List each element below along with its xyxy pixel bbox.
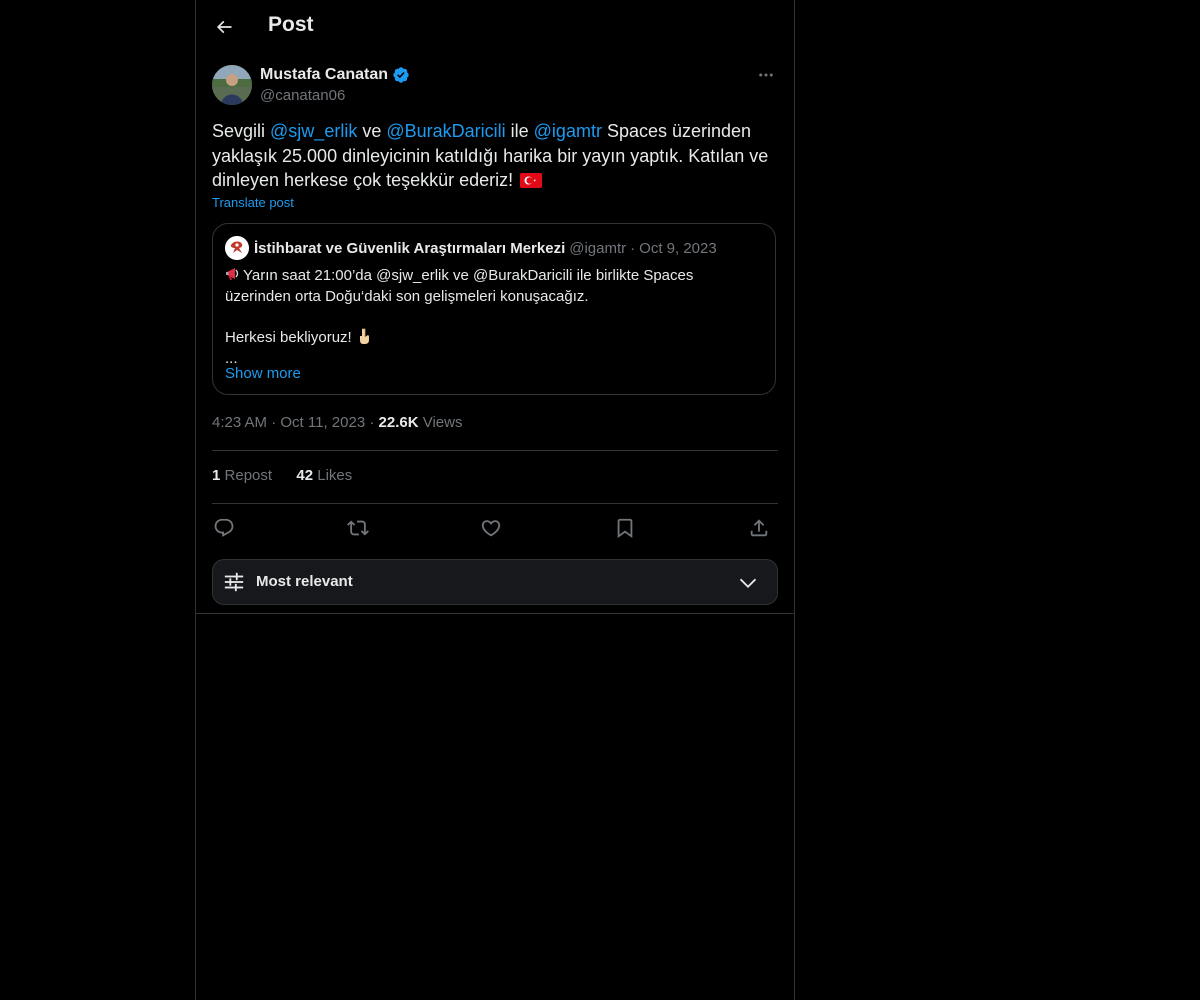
more-options-button[interactable] bbox=[754, 65, 778, 85]
post-text-segment: ile bbox=[505, 121, 534, 141]
page-header: Post bbox=[196, 0, 794, 53]
page-title: Post bbox=[268, 13, 314, 36]
post-text: Sevgili @sjw_erlik ve @BurakDaricili ile… bbox=[212, 119, 778, 193]
reply-button[interactable] bbox=[212, 516, 236, 540]
section-divider bbox=[196, 613, 794, 614]
turkey-flag-icon bbox=[520, 173, 543, 188]
quote-text: Herkesi bekliyoruz! bbox=[225, 329, 356, 346]
quote-author-handle: @igamtr bbox=[569, 239, 627, 257]
share-button[interactable] bbox=[747, 516, 771, 540]
bookmark-button[interactable] bbox=[613, 516, 637, 540]
separator-dot: · bbox=[369, 414, 375, 431]
likes-label: Likes bbox=[317, 467, 353, 484]
main-column: Post Mustafa Canatan @canatan06 Sevgili … bbox=[195, 0, 795, 1000]
quote-header: İstihbarat ve Güvenlik Araştırmaları Mer… bbox=[225, 236, 717, 260]
reply-sort-dropdown[interactable]: Most relevant bbox=[212, 559, 778, 605]
translate-post-link[interactable]: Translate post bbox=[212, 195, 294, 210]
post-date[interactable]: Oct 11, 2023 bbox=[280, 414, 365, 431]
pointing-down-icon bbox=[359, 328, 369, 344]
author-handle[interactable]: @canatan06 bbox=[260, 87, 345, 104]
divider bbox=[212, 503, 778, 504]
likes-stat[interactable]: 42 Likes bbox=[296, 467, 352, 484]
mention-link[interactable]: @sjw_erlik bbox=[270, 121, 357, 141]
more-dots-icon bbox=[759, 73, 773, 77]
author-name-text[interactable]: Mustafa Canatan bbox=[260, 66, 388, 84]
reposts-count: 1 bbox=[212, 467, 221, 484]
sort-label: Most relevant bbox=[256, 573, 353, 590]
show-more-link[interactable]: Show more bbox=[225, 365, 301, 382]
post-author: Mustafa Canatan @canatan06 bbox=[212, 65, 778, 107]
views-count: 22.6K bbox=[378, 414, 419, 431]
quote-blank-line bbox=[225, 307, 765, 327]
divider bbox=[212, 450, 778, 451]
megaphone-icon bbox=[226, 268, 239, 280]
verified-badge-icon bbox=[393, 67, 409, 83]
views-label: Views bbox=[422, 414, 463, 431]
share-icon bbox=[750, 519, 768, 537]
back-button[interactable] bbox=[210, 13, 238, 41]
repost-button[interactable] bbox=[346, 516, 370, 540]
quote-avatar bbox=[225, 236, 249, 260]
repost-icon bbox=[347, 520, 369, 536]
quote-author-name: İstihbarat ve Güvenlik Araştırmaları Mer… bbox=[254, 239, 566, 257]
reposts-stat[interactable]: 1 Repost bbox=[212, 467, 276, 484]
post-text-segment: ve bbox=[357, 121, 387, 141]
quote-line: Herkesi bekliyoruz! bbox=[225, 327, 765, 349]
post-meta: 4:23 AM · Oct 11, 2023 · 22.6K Views bbox=[212, 414, 462, 431]
separator-dot: · bbox=[630, 239, 636, 257]
post-actions bbox=[212, 512, 778, 544]
post-text-segment: Sevgili bbox=[212, 121, 271, 141]
quote-line: ... bbox=[225, 349, 238, 367]
quote-date: Oct 9, 2023 bbox=[639, 239, 717, 257]
reply-icon bbox=[214, 518, 234, 537]
separator-dot: · bbox=[271, 414, 277, 431]
bookmark-icon bbox=[617, 518, 633, 539]
quote-body: Yarın saat 21:00’da @sjw_erlik ve @Burak… bbox=[225, 265, 765, 369]
post-stats: 1 Repost 42 Likes bbox=[212, 467, 352, 484]
post-time[interactable]: 4:23 AM bbox=[212, 414, 267, 431]
like-icon bbox=[481, 520, 501, 537]
quoted-post[interactable]: İstihbarat ve Güvenlik Araştırmaları Mer… bbox=[212, 223, 776, 395]
chevron-down-icon bbox=[739, 578, 757, 589]
quote-line: Yarın saat 21:00’da @sjw_erlik ve @Burak… bbox=[225, 265, 765, 287]
arrow-left-icon bbox=[216, 20, 232, 34]
reposts-label: Repost bbox=[224, 467, 273, 484]
like-button[interactable] bbox=[479, 516, 503, 540]
likes-count: 42 bbox=[296, 467, 314, 484]
mention-link[interactable]: @igamtr bbox=[534, 121, 602, 141]
author-name[interactable]: Mustafa Canatan bbox=[260, 66, 410, 84]
quote-text: Yarın saat 21:00’da @sjw_erlik ve @Burak… bbox=[243, 267, 694, 284]
avatar[interactable] bbox=[212, 65, 252, 105]
sliders-icon bbox=[224, 572, 244, 592]
mention-link[interactable]: @BurakDaricili bbox=[386, 121, 505, 141]
quote-line: üzerinden orta Doğu‘daki son gelişmeleri… bbox=[225, 287, 589, 305]
